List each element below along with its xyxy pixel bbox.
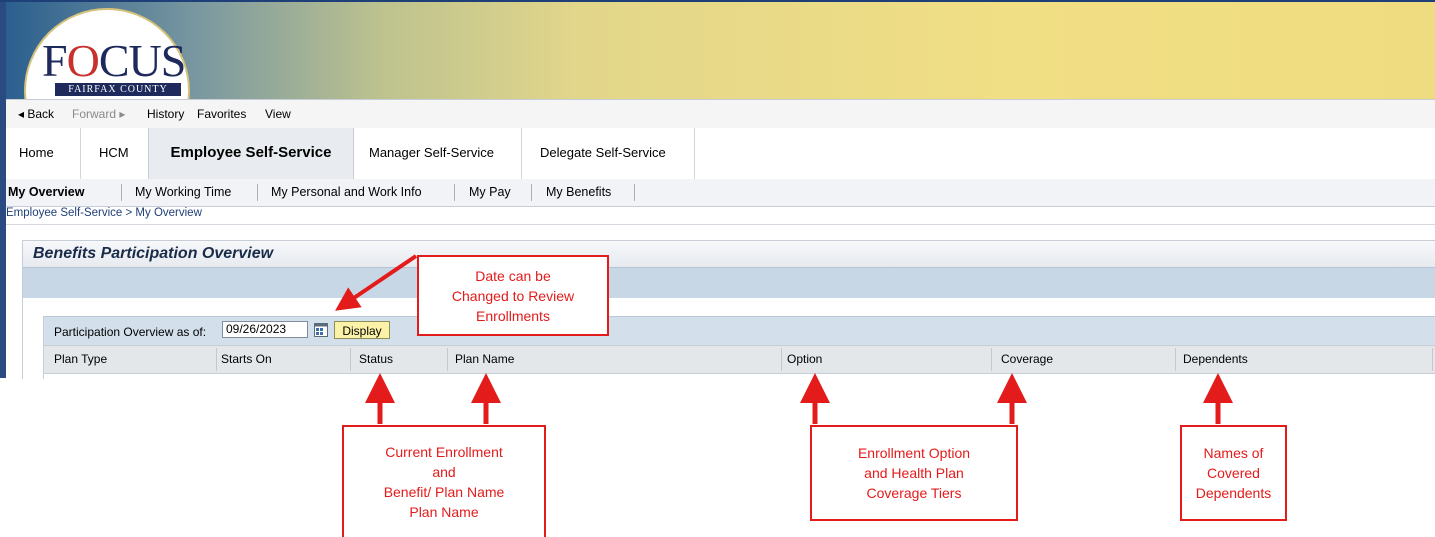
callout-option-line-2: and Health Plan <box>864 465 964 481</box>
callout-dependents-line-2: Covered <box>1207 465 1260 481</box>
callout-dependents-line-1: Names of <box>1203 445 1264 461</box>
callout-enrollment-line-1: Current Enrollment <box>385 444 503 460</box>
callout-option-line-1: Enrollment Option <box>857 445 971 461</box>
callout-option-line-3: Coverage Tiers <box>866 485 962 501</box>
callout-option: Enrollment Option and Health Plan Covera… <box>810 425 1018 521</box>
callout-date-line-2: Changed to Review <box>451 287 575 304</box>
callout-enrollment: Current Enrollment and Benefit/ Plan Nam… <box>342 425 546 537</box>
callout-enrollment-line-3: Benefit/ Plan Name <box>383 484 505 500</box>
date-arrow <box>335 254 418 311</box>
callout-dependents: Names of Covered Dependents <box>1180 425 1287 521</box>
callout-enrollment-line-2: and <box>432 464 456 480</box>
callout-dependents-line-3: Dependents <box>1195 485 1272 501</box>
callout-date-line-3: Enrollments <box>476 307 550 324</box>
callout-date-line-1: Date can be <box>475 267 551 284</box>
callout-enrollment-line-4: Plan Name <box>409 504 479 520</box>
callout-date: Date can be Changed to Review Enrollment… <box>417 255 609 336</box>
